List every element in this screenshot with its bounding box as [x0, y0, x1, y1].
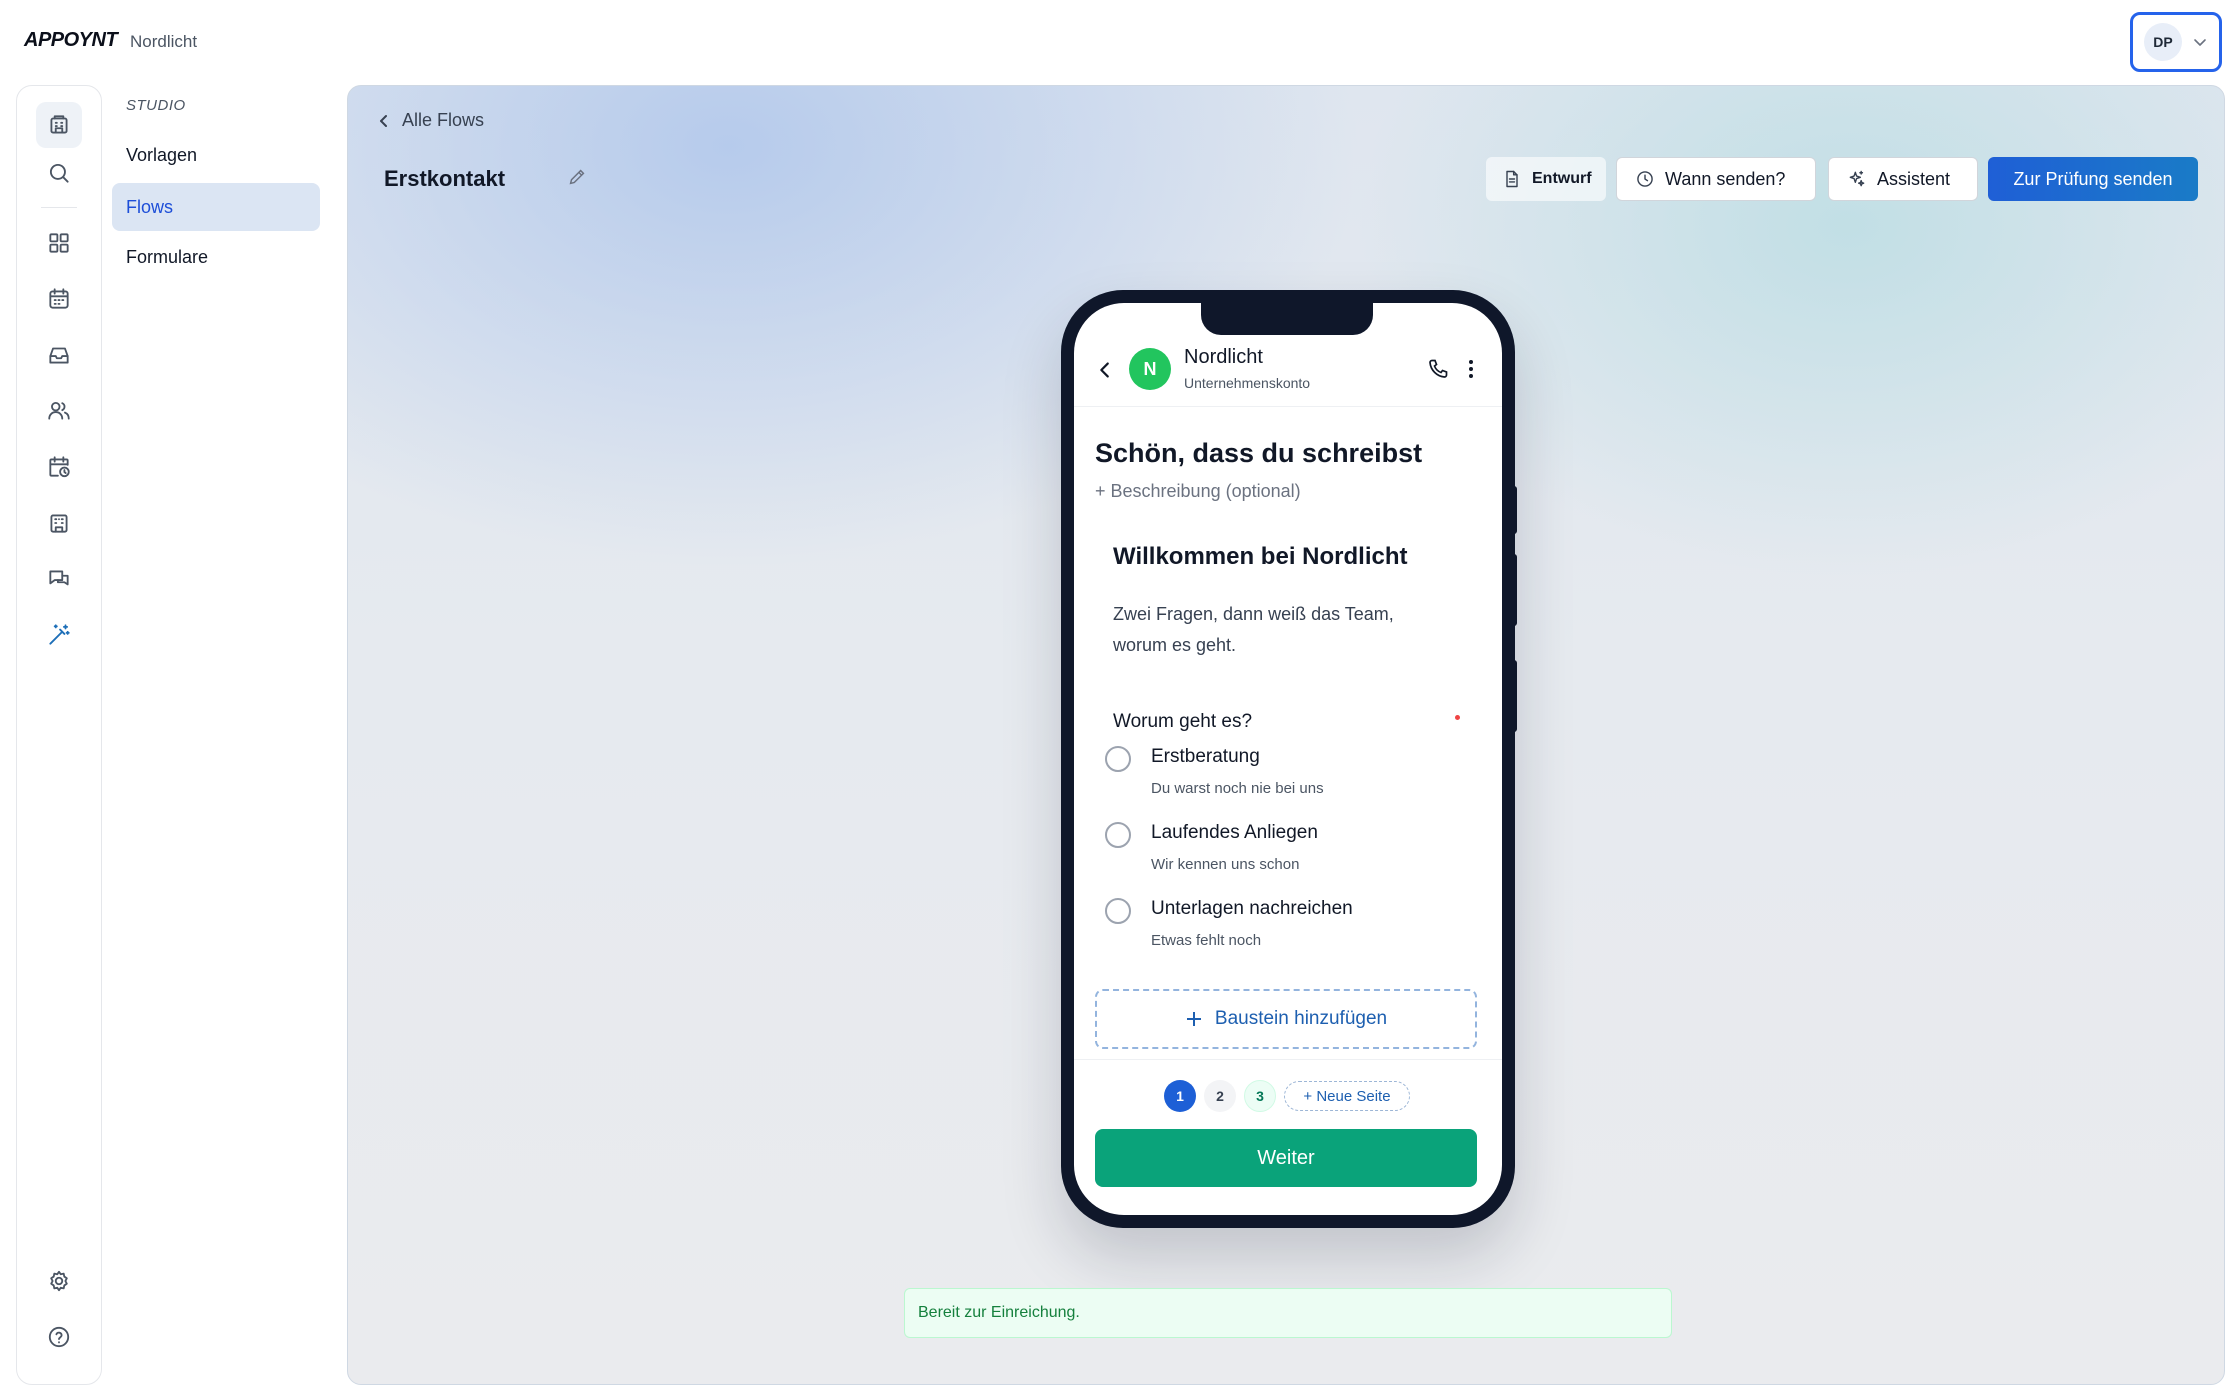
document-icon [1506, 170, 1518, 188]
nav-settings-button[interactable] [36, 1258, 82, 1304]
divider [1074, 1059, 1502, 1060]
phone-side-button [1509, 660, 1517, 732]
users-icon [48, 401, 70, 420]
option-description: Etwas fehlt noch [1151, 932, 1262, 949]
business-name: Nordlicht [1184, 346, 1263, 368]
subnav-heading: STUDIO [126, 97, 186, 114]
add-block-button[interactable]: Baustein hinzufügen [1095, 989, 1477, 1049]
chevron-left-icon [1100, 362, 1109, 378]
edit-title-button[interactable] [566, 166, 588, 188]
back-link-label: Alle Flows [402, 110, 485, 130]
radio-button[interactable] [1105, 898, 1131, 924]
nav-home-button[interactable] [36, 102, 82, 148]
intro-text[interactable]: Zwei Fragen, dann weiß das Team, worum e… [1113, 599, 1433, 661]
add-block-label: Baustein hinzufügen [1214, 1008, 1388, 1029]
radio-option[interactable]: Laufendes Anliegen Wir kennen uns schon [1105, 822, 1465, 892]
phone-preview: N Nordlicht Unternehmenskonto Schön, das… [1061, 290, 1517, 1228]
calendar-icon [49, 288, 69, 309]
call-button[interactable] [1426, 357, 1450, 381]
assistant-button[interactable]: Assistent [1828, 157, 1978, 201]
chevron-down-icon [2194, 39, 2206, 46]
form-title[interactable]: Schön, dass du schreibst [1095, 438, 1422, 469]
app-logo[interactable]: APPOYNT [24, 29, 118, 52]
page-tab-2[interactable]: 2 [1204, 1080, 1236, 1112]
icon-rail [16, 85, 102, 1385]
phone-side-button [1509, 554, 1517, 626]
page-tab-3[interactable]: 3 [1244, 1080, 1276, 1112]
clock-icon [1637, 171, 1653, 187]
nav-scheduling-button[interactable] [36, 444, 82, 490]
search-icon [49, 163, 69, 183]
building-icon [50, 115, 68, 134]
calendar-clock-icon [49, 456, 70, 478]
nav-inbox-button[interactable] [36, 332, 82, 378]
radio-option[interactable]: Unterlagen nachreichen Etwas fehlt noch [1105, 898, 1465, 968]
option-description: Du warst noch nie bei uns [1151, 780, 1324, 797]
office-icon [50, 514, 68, 533]
new-page-button[interactable]: + Neue Seite [1284, 1081, 1410, 1111]
rail-divider [41, 207, 77, 208]
nav-help-button[interactable] [36, 1314, 82, 1360]
pencil-icon [569, 169, 585, 185]
submit-for-review-button[interactable]: Zur Prüfung senden [1988, 157, 2198, 201]
chat-back-button[interactable] [1094, 359, 1116, 381]
sparkles-icon [1849, 170, 1865, 187]
status-banner: Bereit zur Einreichung. [904, 1288, 1672, 1338]
nav-dashboard-button[interactable] [36, 220, 82, 266]
option-label: Unterlagen nachreichen [1151, 898, 1353, 919]
nav-contacts-button[interactable] [36, 388, 82, 434]
business-type: Unternehmenskonto [1184, 375, 1311, 391]
draft-status-badge: Entwurf [1486, 157, 1606, 201]
org-name: Nordlicht [130, 32, 198, 51]
subnav-item-vorlagen[interactable]: Vorlagen [112, 131, 320, 179]
phone-icon [1429, 359, 1448, 378]
option-description: Wir kennen uns schon [1151, 856, 1300, 873]
top-bar: APPOYNT Nordlicht DP [0, 0, 2240, 84]
required-indicator [1455, 715, 1460, 720]
page-tab-1[interactable]: 1 [1164, 1080, 1196, 1112]
gear-icon [50, 1270, 68, 1292]
option-label: Erstberatung [1151, 746, 1260, 767]
flow-title: Erstkontakt [384, 166, 506, 191]
back-to-flows-link[interactable]: Alle Flows [376, 110, 484, 131]
question-label[interactable]: Worum geht es? [1113, 711, 1252, 733]
more-vertical-icon [1469, 360, 1473, 378]
draft-label: Entwurf [1532, 170, 1592, 187]
phone-side-button [1509, 486, 1517, 534]
inbox-icon [49, 347, 69, 364]
chat-header: N Nordlicht Unternehmenskonto [1074, 341, 1502, 407]
magic-wand-icon [49, 624, 70, 645]
nav-studio-button[interactable] [36, 612, 82, 658]
radio-button[interactable] [1105, 822, 1131, 848]
continue-button[interactable]: Weiter [1095, 1129, 1477, 1187]
subnav-item-formulare[interactable]: Formulare [112, 233, 320, 281]
nav-calendar-button[interactable] [36, 276, 82, 322]
radio-button[interactable] [1105, 746, 1131, 772]
assistant-label: Assistent [1877, 168, 1951, 189]
nav-locations-button[interactable] [36, 500, 82, 546]
welcome-heading[interactable]: Willkommen bei Nordlicht [1113, 543, 1407, 571]
flow-editor-canvas: Alle Flows Erstkontakt Entwurf Wann send… [347, 85, 2225, 1385]
phone-screen: N Nordlicht Unternehmenskonto Schön, das… [1074, 303, 1502, 1215]
chevron-left-icon [380, 114, 387, 127]
user-menu-button[interactable]: DP [2130, 12, 2222, 72]
dashboard-icon [49, 233, 69, 253]
when-to-send-button[interactable]: Wann senden? [1616, 157, 1816, 201]
nav-messages-button[interactable] [36, 556, 82, 602]
chat-icon [49, 570, 69, 586]
more-options-button[interactable] [1466, 357, 1476, 381]
add-description-link[interactable]: + Beschreibung (optional) [1095, 481, 1301, 502]
nav-search-button[interactable] [36, 150, 82, 196]
phone-notch [1201, 303, 1373, 335]
plus-icon [1186, 1012, 1201, 1026]
subnav-item-flows[interactable]: Flows [112, 183, 320, 231]
option-label: Laufendes Anliegen [1151, 822, 1318, 843]
help-icon [48, 1326, 70, 1348]
when-to-send-label: Wann senden? [1665, 168, 1786, 189]
radio-option[interactable]: Erstberatung Du warst noch nie bei uns [1105, 746, 1465, 816]
business-avatar: N [1129, 348, 1171, 390]
avatar: DP [2144, 23, 2182, 61]
